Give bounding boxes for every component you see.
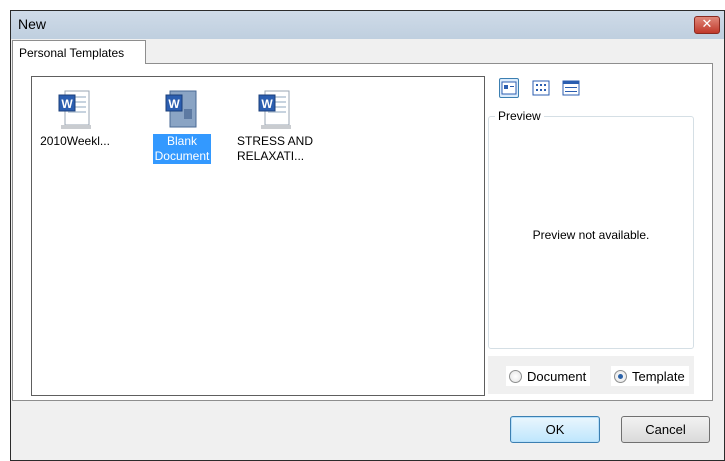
template-item-blank-document[interactable]: W Blank Document: [142, 89, 222, 164]
details-view-icon: [562, 80, 580, 96]
svg-text:W: W: [261, 97, 273, 111]
word-blank-document-icon: W: [165, 90, 197, 128]
template-list[interactable]: W 2010Weekl... W Blank Document W STRESS …: [31, 76, 485, 396]
preview-message: Preview not available.: [532, 228, 650, 242]
close-button[interactable]: ✕: [694, 16, 720, 34]
document-radio[interactable]: Document: [506, 366, 591, 386]
word-document-icon: W: [58, 90, 91, 129]
dialog-title: New: [18, 16, 47, 32]
document-radio-label: Document: [527, 368, 587, 384]
close-icon: ✕: [701, 17, 713, 32]
preview-legend: Preview: [495, 109, 544, 123]
ok-button[interactable]: OK: [510, 416, 600, 443]
template-item-2010weekly[interactable]: W 2010Weekl...: [35, 89, 115, 149]
template-label: 2010Weekl...: [40, 134, 110, 148]
template-radio[interactable]: Template: [611, 366, 689, 386]
details-view-button[interactable]: [561, 78, 581, 98]
svg-text:W: W: [61, 97, 73, 111]
create-new-group: Document Template: [488, 356, 694, 394]
svg-text:W: W: [168, 97, 180, 111]
template-item-stress-and-relaxation[interactable]: W STRESS AND RELAXATI...: [230, 89, 320, 164]
title-bar[interactable]: New ✕: [11, 11, 724, 39]
radio-checked-icon[interactable]: [614, 369, 627, 383]
list-view-button[interactable]: [531, 78, 551, 98]
template-label: STRESS AND RELAXATI...: [236, 134, 314, 163]
preview-group: Preview Preview not available.: [488, 109, 694, 349]
list-view-icon: [532, 80, 550, 96]
template-label: Blank Document: [152, 134, 212, 164]
large-icons-view-button[interactable]: [499, 78, 519, 98]
radio-unchecked-icon[interactable]: [509, 369, 522, 383]
tab-personal-templates[interactable]: Personal Templates: [12, 40, 146, 64]
template-radio-label: Template: [632, 368, 685, 384]
cancel-button[interactable]: Cancel: [621, 416, 710, 443]
word-document-icon: W: [258, 90, 291, 129]
large-icons-view-icon: [501, 81, 517, 95]
